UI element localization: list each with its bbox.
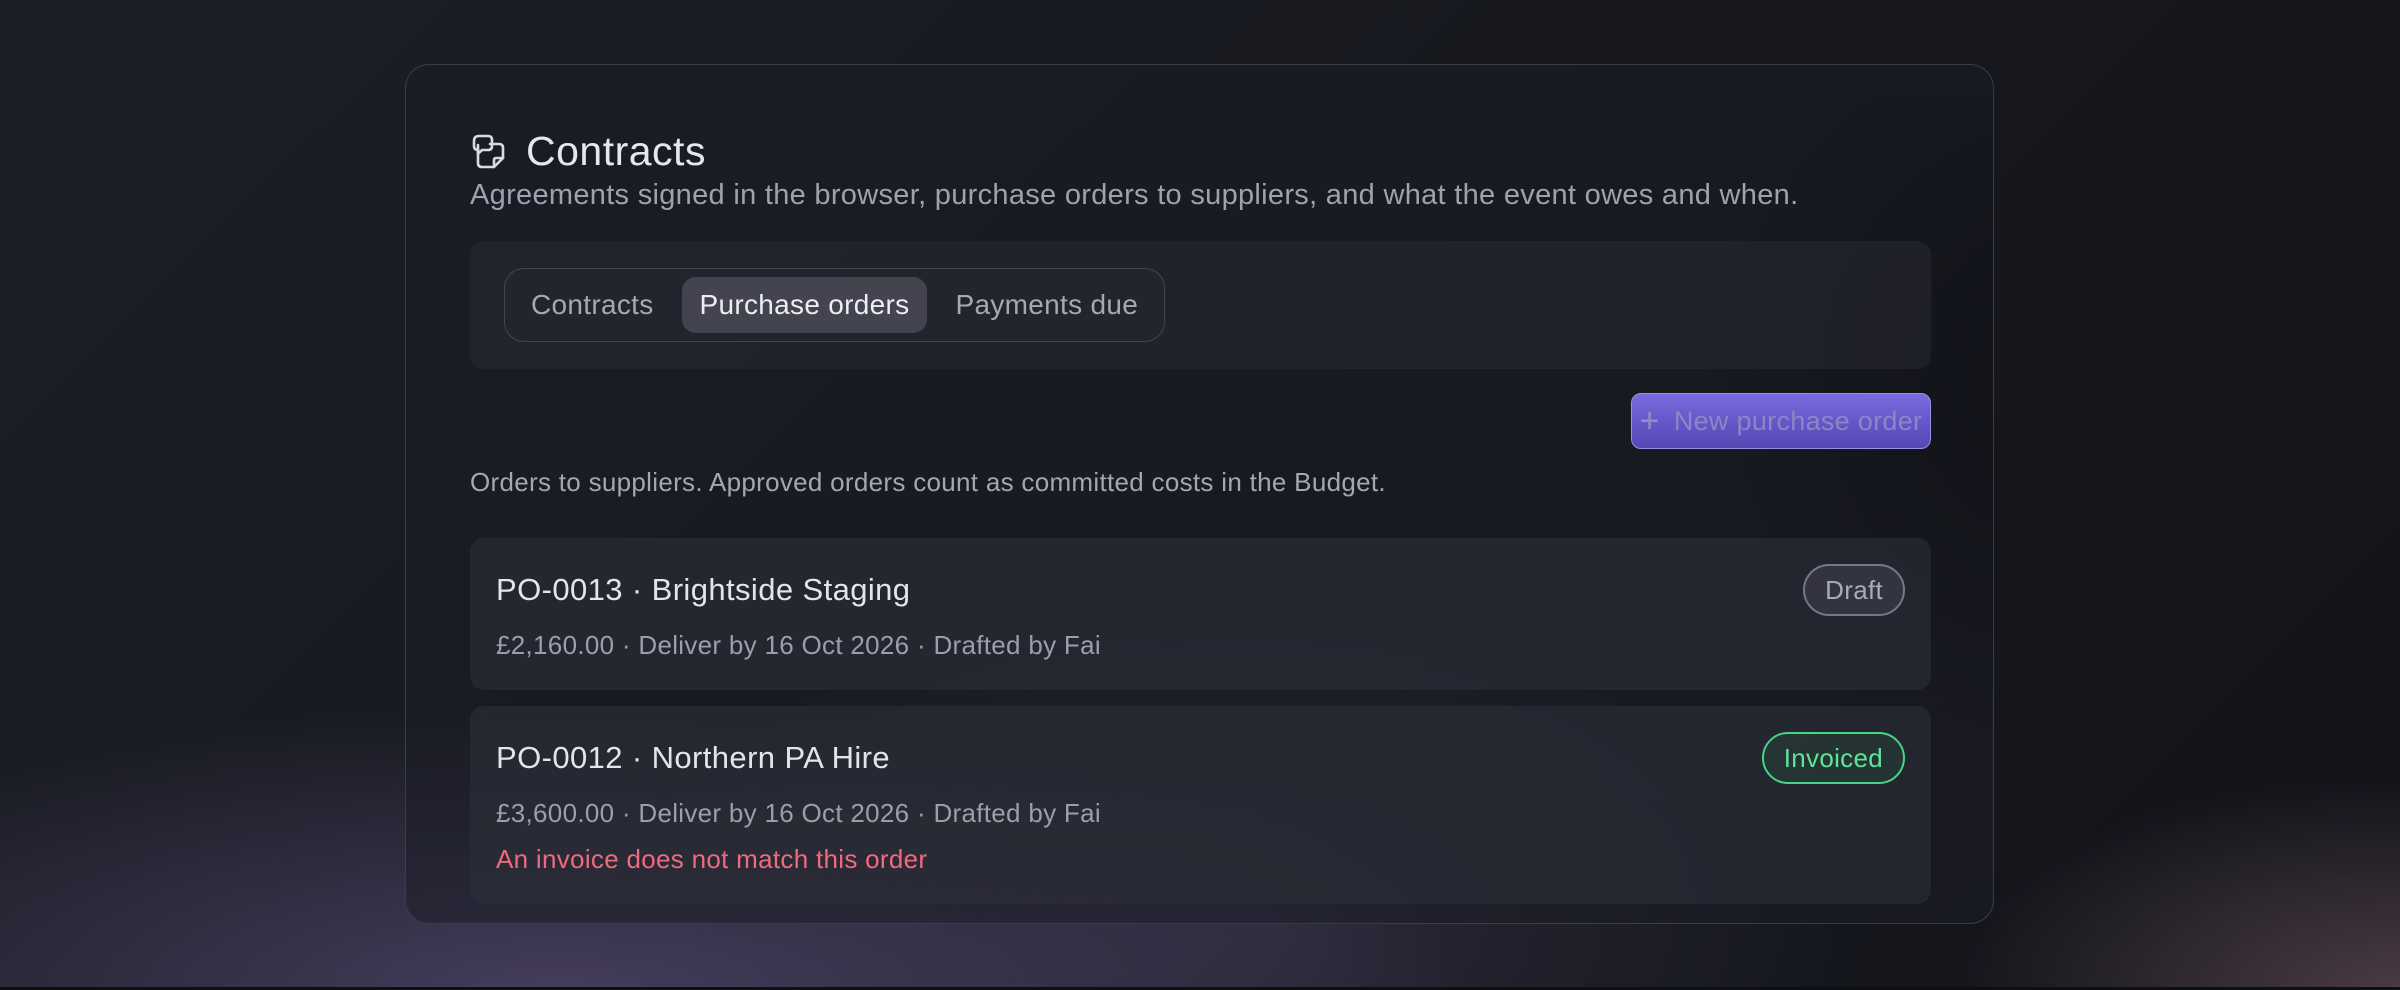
tab-contracts[interactable]: Contracts [513,277,672,333]
page-title: Contracts [526,127,706,174]
page-header: Contracts [470,123,706,179]
new-purchase-order-button[interactable]: + New purchase order [1631,393,1931,449]
purchase-order-title: PO-0013 · Brightside Staging [496,572,911,607]
invoice-mismatch-warning: An invoice does not match this order [496,844,928,874]
purchase-orders-description: Orders to suppliers. Approved orders cou… [470,467,1386,497]
plus-icon: + [1639,402,1660,440]
tab-payments-due[interactable]: Payments due [937,277,1156,333]
new-purchase-order-label: New purchase order [1673,405,1923,436]
tab-purchase-orders[interactable]: Purchase orders [681,277,928,333]
purchase-order-card-po-0012[interactable]: PO-0012 · Northern PA Hire £3,600.00 · D… [470,706,1931,904]
status-badge-draft: Draft [1803,564,1905,616]
purchase-order-title: PO-0012 · Northern PA Hire [496,740,891,775]
tab-list: Contracts Purchase orders Payments due [504,268,1166,342]
purchase-order-card-po-0013[interactable]: PO-0013 · Brightside Staging £2,160.00 ·… [470,538,1931,690]
page-subtitle: Agreements signed in the browser, purcha… [470,179,1799,211]
contracts-panel: Contracts Agreements signed in the brows… [405,64,1994,924]
purchase-order-meta: £3,600.00 · Deliver by 16 Oct 2026 · Dra… [496,798,1101,828]
tabs-bar: Contracts Purchase orders Payments due [470,241,1931,369]
purchase-order-meta: £2,160.00 · Deliver by 16 Oct 2026 · Dra… [496,630,1101,660]
status-badge-invoiced: Invoiced [1761,732,1905,784]
contracts-icon [470,132,508,170]
